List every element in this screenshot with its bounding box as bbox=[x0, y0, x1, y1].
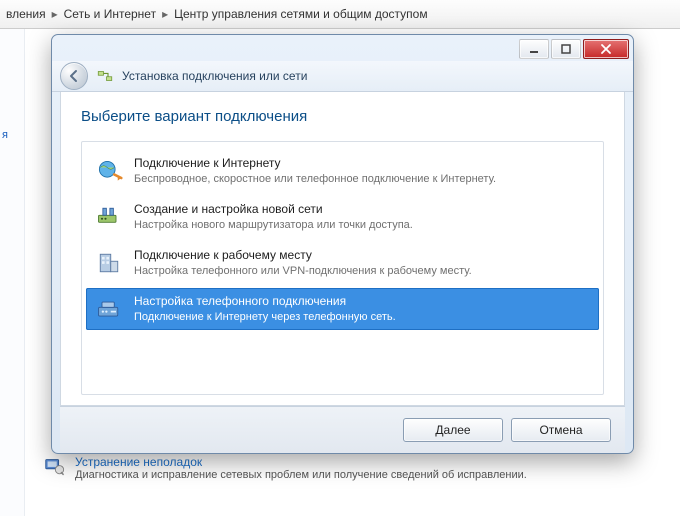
troubleshoot-block[interactable]: Устранение неполадок Диагностика и испра… bbox=[43, 455, 662, 481]
option-desc: Настройка нового маршрутизатора или точк… bbox=[134, 218, 413, 232]
sidebar-fragment: я bbox=[2, 129, 8, 141]
troubleshoot-desc: Диагностика и исправление сетевых пробле… bbox=[75, 469, 527, 481]
wizard-content: Выберите вариант подключения Подключение… bbox=[60, 92, 625, 406]
option-title: Подключение к Интернету bbox=[134, 156, 496, 172]
back-button[interactable] bbox=[60, 62, 88, 90]
instruction-text: Выберите вариант подключения bbox=[81, 108, 604, 125]
close-button[interactable] bbox=[583, 39, 629, 59]
router-icon bbox=[94, 202, 124, 232]
breadcrumb-item[interactable]: вления bbox=[2, 7, 50, 21]
building-icon bbox=[94, 248, 124, 278]
option-workplace[interactable]: Подключение к рабочему месту Настройка т… bbox=[86, 242, 599, 284]
titlebar bbox=[52, 35, 633, 61]
phone-modem-icon bbox=[94, 294, 124, 324]
option-title: Подключение к рабочему месту bbox=[134, 248, 472, 264]
option-new-network[interactable]: Создание и настройка новой сети Настройк… bbox=[86, 196, 599, 238]
network-icon bbox=[96, 67, 114, 85]
option-title: Настройка телефонного подключения bbox=[134, 294, 396, 310]
chevron-right-icon: ▸ bbox=[50, 7, 60, 21]
option-dialup[interactable]: Настройка телефонного подключения Подклю… bbox=[86, 288, 599, 330]
wizard-header: Установка подключения или сети bbox=[52, 61, 633, 92]
troubleshoot-title[interactable]: Устранение неполадок bbox=[75, 455, 527, 469]
cancel-button[interactable]: Отмена bbox=[511, 418, 611, 442]
minimize-button[interactable] bbox=[519, 39, 549, 59]
connection-options-list: Подключение к Интернету Беспроводное, ск… bbox=[81, 141, 604, 395]
breadcrumb-item[interactable]: Сеть и Интернет bbox=[60, 7, 160, 21]
option-title: Создание и настройка новой сети bbox=[134, 202, 413, 218]
wizard-buttons: Далее Отмена bbox=[60, 406, 625, 453]
option-desc: Настройка телефонного или VPN-подключени… bbox=[134, 264, 472, 278]
breadcrumb[interactable]: вления ▸ Сеть и Интернет ▸ Центр управле… bbox=[0, 0, 680, 29]
option-desc: Беспроводное, скоростное или телефонное … bbox=[134, 172, 496, 186]
next-button[interactable]: Далее bbox=[403, 418, 503, 442]
troubleshoot-icon bbox=[43, 455, 65, 477]
option-desc: Подключение к Интернету через телефонную… bbox=[134, 310, 396, 324]
maximize-button[interactable] bbox=[551, 39, 581, 59]
globe-icon bbox=[94, 156, 124, 186]
chevron-right-icon: ▸ bbox=[160, 7, 170, 21]
connection-wizard-dialog: Установка подключения или сети Выберите … bbox=[51, 34, 634, 454]
breadcrumb-item[interactable]: Центр управления сетями и общим доступом bbox=[170, 7, 432, 21]
sidebar: я bbox=[0, 29, 25, 516]
wizard-title: Установка подключения или сети bbox=[122, 69, 307, 83]
option-internet[interactable]: Подключение к Интернету Беспроводное, ск… bbox=[86, 150, 599, 192]
